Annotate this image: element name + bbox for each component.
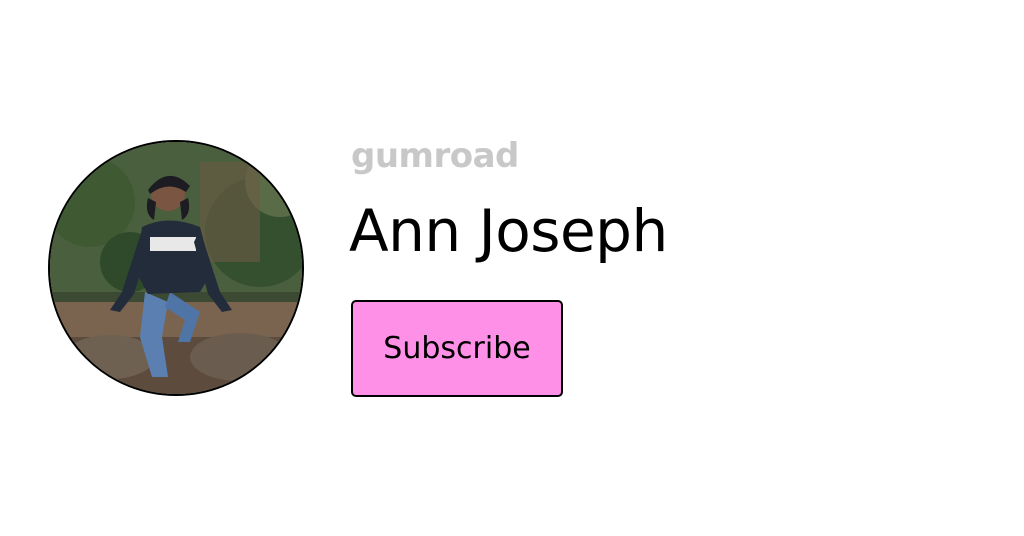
- profile-card: Gumroad Ann Joseph Subscribe: [0, 0, 1024, 536]
- profile-name: Ann Joseph: [349, 197, 668, 265]
- subscribe-button[interactable]: Subscribe: [351, 300, 563, 397]
- gumroad-logo: Gumroad: [351, 136, 519, 176]
- avatar: [48, 140, 304, 396]
- avatar-photo-icon: [50, 142, 302, 394]
